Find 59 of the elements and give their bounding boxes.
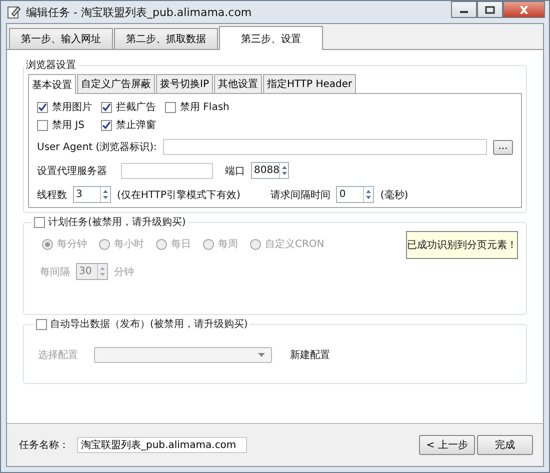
checkbox[interactable] (37, 120, 48, 130)
checkbox-label: 禁用 Flash (180, 100, 230, 114)
step-tab[interactable]: 第一步、输入网址 (9, 28, 113, 49)
checkbox-label: 禁止弹窗 (116, 118, 156, 132)
interval-spinner[interactable]: 0 (336, 186, 374, 203)
config-dropdown[interactable] (94, 347, 272, 363)
notification-toast: 已成功识别到分页元素！ (406, 231, 518, 259)
checkbox-label: 禁用 JS (52, 118, 84, 132)
minutes-unit: 分钟 (114, 266, 134, 278)
port-spinner[interactable]: 8088 (251, 162, 289, 179)
schedule-label: 计划任务(被禁用，请升级购买) (48, 216, 186, 229)
checkbox-label: 禁用图片 (52, 100, 92, 114)
interval-unit: (毫秒) (380, 188, 408, 202)
interval-label: 请求间隔时间 (270, 188, 330, 202)
settings-tab[interactable]: 其他设置 (214, 74, 262, 93)
export-label: 自动导出数据（发布）(被禁用，请升级购买) (50, 318, 248, 331)
window-title: 编辑任务 - 淘宝联盟列表_pub.alimama.com (26, 4, 253, 20)
threads-spinner[interactable]: 3 (73, 186, 111, 203)
step-tab[interactable]: 第二步、抓取数据 (114, 28, 218, 49)
threads-note: (仅在HTTP引擎模式下有效) (117, 188, 240, 202)
radio-label: 自定义CRON (265, 238, 324, 251)
checkbox[interactable] (101, 102, 112, 112)
spin-arrows-icon[interactable] (279, 163, 290, 178)
maximize-icon (485, 6, 495, 14)
minimize-button[interactable] (451, 1, 477, 18)
interval-label: 每间隔 (40, 266, 70, 278)
proxy-field[interactable] (121, 162, 213, 178)
task-name-label: 任务名称： (19, 439, 69, 452)
group-title: 浏览器设置 (26, 58, 76, 72)
settings-tab[interactable]: 指定HTTP Header (262, 74, 356, 93)
step-tab[interactable]: 第三步、设置 (219, 26, 323, 50)
close-icon (519, 6, 529, 14)
spin-arrows-icon[interactable] (363, 187, 374, 202)
checkbox-label: 拦截广告 (116, 100, 156, 114)
radio-label: 每分钟 (57, 238, 87, 251)
settings-tab[interactable]: 拨号切换IP (156, 74, 213, 93)
select-config-label: 选择配置 (38, 348, 78, 362)
checkbox[interactable] (101, 120, 112, 130)
maximize-button[interactable] (477, 1, 503, 18)
checkbox[interactable] (37, 102, 48, 112)
user-agent-field[interactable] (162, 139, 487, 155)
task-name-field[interactable]: 淘宝联盟列表_pub.alimama.com (77, 437, 247, 453)
proxy-label: 设置代理服务器 (37, 164, 107, 178)
radio-label: 每日 (171, 238, 191, 251)
close-button[interactable] (503, 1, 545, 18)
browse-button[interactable]: ... (493, 140, 513, 154)
back-button[interactable]: < 上一步 (419, 435, 475, 455)
spin-arrows-icon[interactable] (100, 187, 110, 202)
port-label: 端口 (225, 164, 245, 178)
radio-label: 每小时 (114, 238, 144, 251)
finish-button[interactable]: 完成 (477, 435, 533, 455)
caret-icon (258, 353, 265, 357)
pencil-icon (7, 5, 21, 19)
settings-tab[interactable]: 自定义广告屏蔽 (77, 74, 155, 93)
settings-tab[interactable]: 基本设置 (28, 74, 76, 94)
radio-label: 每周 (218, 238, 238, 251)
user-agent-label: User Agent (浏览器标识): (37, 140, 157, 154)
threads-label: 线程数 (37, 188, 67, 202)
checkbox[interactable] (165, 102, 176, 112)
